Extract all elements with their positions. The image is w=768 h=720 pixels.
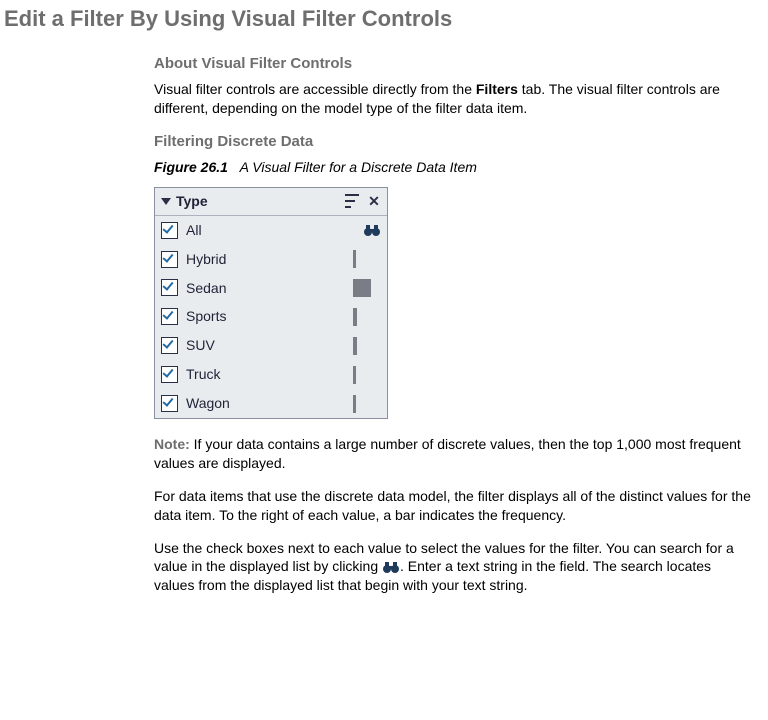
figure-title: A Visual Filter for a Discrete Data Item [240, 159, 477, 175]
page-title: Edit a Filter By Using Visual Filter Con… [4, 4, 758, 34]
filter-panel: Type ✕ All Hybrid Sedan Sports SUV Truck Wagon [154, 187, 388, 419]
close-icon[interactable]: ✕ [367, 194, 381, 208]
filter-row[interactable]: Sedan [155, 274, 387, 303]
filter-row-label: Hybrid [186, 250, 353, 269]
filter-row-label: Sports [186, 307, 353, 326]
binoculars-icon [382, 560, 400, 574]
frequency-bar [353, 308, 357, 326]
frequency-bar-wrap [353, 337, 381, 355]
filter-row-label: Truck [186, 365, 353, 384]
frequency-bar [353, 279, 371, 297]
note-text: If your data contains a large number of … [154, 436, 741, 471]
caret-down-icon[interactable] [161, 198, 171, 205]
checkbox[interactable] [161, 251, 178, 268]
binoculars-icon[interactable] [363, 223, 381, 237]
filter-row-label: Wagon [186, 394, 353, 413]
frequency-bar-wrap [353, 279, 381, 297]
filter-row[interactable]: Truck [155, 360, 387, 389]
filter-rows-container: All Hybrid Sedan Sports SUV Truck Wagon [155, 216, 387, 418]
heading-discrete: Filtering Discrete Data [154, 132, 754, 152]
filter-row[interactable]: All [155, 216, 387, 245]
heading-about: About Visual Filter Controls [154, 54, 754, 74]
frequency-bar [353, 366, 356, 384]
note-paragraph: Note: If your data contains a large numb… [154, 435, 754, 473]
filter-row-label: Sedan [186, 279, 353, 298]
checkbox[interactable] [161, 279, 178, 296]
checkbox[interactable] [161, 366, 178, 383]
note-label: Note: [154, 436, 190, 452]
filters-tab-word: Filters [476, 81, 518, 97]
filter-title: Type [176, 192, 345, 211]
filter-row[interactable]: Wagon [155, 389, 387, 418]
filter-row-label: All [186, 221, 363, 240]
filter-row-label: SUV [186, 336, 353, 355]
frequency-bar-wrap [353, 366, 381, 384]
discrete-para-3: Use the check boxes next to each value t… [154, 539, 754, 596]
sort-icon[interactable] [345, 194, 359, 208]
filter-row[interactable]: Hybrid [155, 245, 387, 274]
filter-row[interactable]: SUV [155, 331, 387, 360]
frequency-bar [353, 337, 357, 355]
checkbox[interactable] [161, 395, 178, 412]
figure-caption: Figure 26.1 A Visual Filter for a Discre… [154, 158, 754, 177]
frequency-bar-wrap [353, 395, 381, 413]
figure-label: Figure 26.1 [154, 159, 228, 175]
frequency-bar-wrap [353, 308, 381, 326]
discrete-para-2: For data items that use the discrete dat… [154, 487, 754, 525]
checkbox[interactable] [161, 337, 178, 354]
filter-panel-header[interactable]: Type ✕ [155, 188, 387, 216]
frequency-bar [353, 395, 356, 413]
frequency-bar [353, 250, 356, 268]
content-area: About Visual Filter Controls Visual filt… [154, 54, 754, 596]
about-paragraph: Visual filter controls are accessible di… [154, 80, 754, 118]
filter-row[interactable]: Sports [155, 302, 387, 331]
checkbox[interactable] [161, 222, 178, 239]
frequency-bar-wrap [353, 250, 381, 268]
checkbox[interactable] [161, 308, 178, 325]
about-text-before: Visual filter controls are accessible di… [154, 81, 476, 97]
